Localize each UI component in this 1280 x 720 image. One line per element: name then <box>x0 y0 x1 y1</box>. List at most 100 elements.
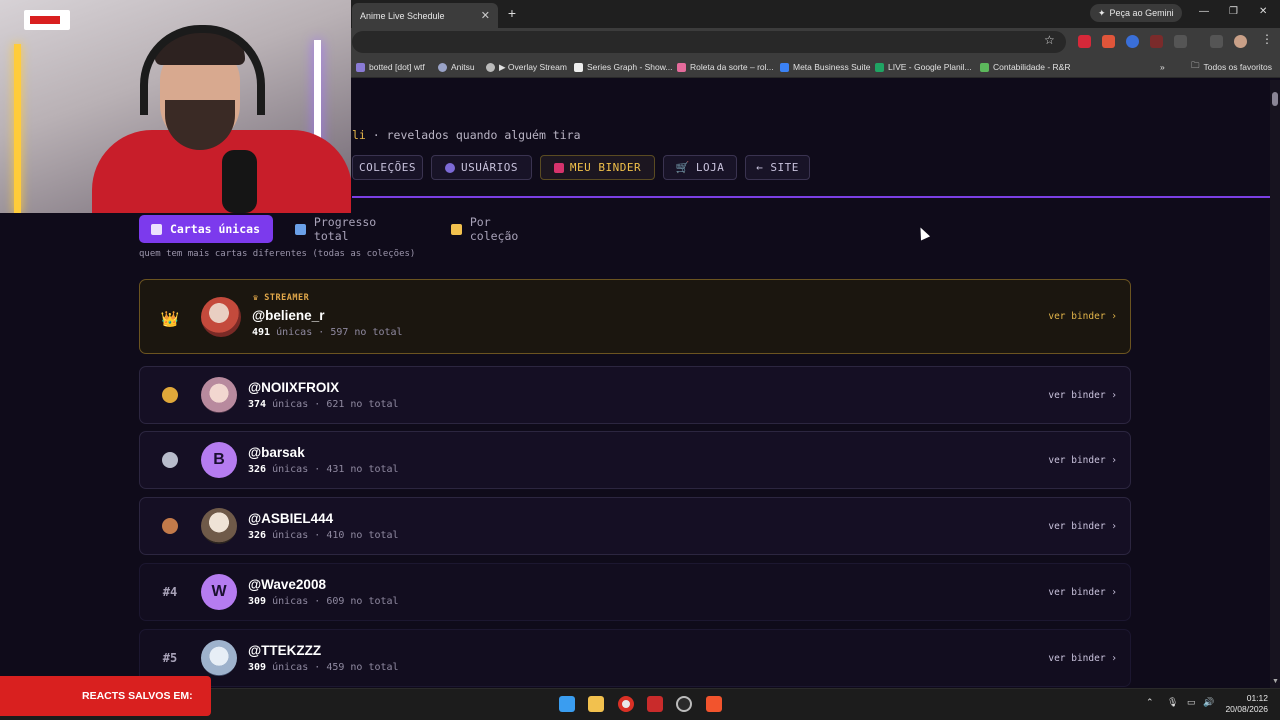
ver-binder-link[interactable]: ver binder › <box>1048 390 1117 401</box>
led-light <box>14 44 21 213</box>
leaderboard-row[interactable]: @ASBIEL444 326 únicas · 410 no total ver… <box>139 497 1131 555</box>
avatar: B <box>201 442 237 478</box>
user-stats: 309 únicas · 459 no total <box>248 662 399 673</box>
avatar <box>201 377 237 413</box>
restore-icon[interactable]: ❐ <box>1229 6 1238 17</box>
ver-binder-link[interactable]: ver binder › <box>1048 455 1117 466</box>
leaderboard-row[interactable]: #5 @TTEKZZZ 309 únicas · 459 no total ve… <box>139 629 1131 687</box>
tray-expand-icon[interactable]: ⌃ <box>1146 697 1154 708</box>
avatar <box>201 640 237 676</box>
browser-tab[interactable]: Anime Live Schedule ✕ <box>352 3 498 28</box>
ver-binder-link[interactable]: ver binder › <box>1048 653 1117 664</box>
extension-icon[interactable] <box>1126 35 1139 48</box>
bookmark-item[interactable]: Series Graph - Show... <box>574 61 673 73</box>
address-bar[interactable] <box>352 31 1066 53</box>
brave-icon[interactable] <box>706 696 722 712</box>
user-handle[interactable]: @NOIIXFROIX <box>248 380 339 395</box>
extensions-puzzle-icon[interactable] <box>1174 35 1187 48</box>
volume-icon[interactable]: 🔊 <box>1203 697 1214 708</box>
user-handle[interactable]: @barsak <box>248 445 305 460</box>
gemini-label: Peça ao Gemini <box>1109 8 1174 18</box>
bookmarks-more-button[interactable]: » <box>1160 61 1165 73</box>
tab-close-icon[interactable]: ✕ <box>481 9 490 22</box>
nav-loja-button[interactable]: 🛒 LOJA <box>663 155 737 180</box>
streamer-badge: ♛ STREAMER <box>253 293 310 303</box>
leaderboard-row[interactable]: B @barsak 326 únicas · 431 no total ver … <box>139 431 1131 489</box>
bookmark-item[interactable]: Meta Business Suite <box>780 61 870 73</box>
bookmark-item[interactable]: ▶ Overlay Stream <box>486 61 567 73</box>
user-stats: 491 únicas · 597 no total <box>252 327 403 338</box>
bookmark-icon <box>980 62 989 72</box>
ver-binder-link[interactable]: ver binder › <box>1048 521 1117 532</box>
leaderboard-row[interactable]: @NOIIXFROIX 374 únicas · 621 no total ve… <box>139 366 1131 424</box>
scroll-down-icon[interactable]: ▼ <box>1272 678 1279 685</box>
network-icon[interactable]: ▭ <box>1187 697 1196 708</box>
leaderboard-row[interactable]: 👑 ♛ STREAMER @beliene_r 491 únicas · 597… <box>139 279 1131 354</box>
rank-number: #4 <box>162 585 178 599</box>
chrome-icon[interactable] <box>618 696 634 712</box>
tab-progresso-total[interactable]: Progresso total <box>283 215 429 243</box>
app-icon[interactable] <box>676 696 692 712</box>
extension-icon[interactable] <box>1102 35 1115 48</box>
leaderboard-hint: quem tem mais cartas diferentes (todas a… <box>139 249 416 259</box>
profile-avatar[interactable] <box>1234 35 1247 48</box>
extension-icon[interactable] <box>1150 35 1163 48</box>
extension-icon[interactable] <box>1078 35 1091 48</box>
tab-cartas-unicas[interactable]: Cartas únicas <box>139 215 273 243</box>
file-explorer-icon[interactable] <box>588 696 604 712</box>
webcam-overlay <box>0 0 351 213</box>
leaderboard-row[interactable]: #4 W @Wave2008 309 únicas · 609 no total… <box>139 563 1131 621</box>
page-subtitle: li · revelados quando alguém tira <box>352 128 581 142</box>
gold-medal-icon <box>162 387 178 403</box>
tab-por-colecao[interactable]: Por coleção <box>439 215 557 243</box>
microphone-icon[interactable]: 🎙 <box>1167 697 1178 708</box>
avatar <box>201 508 237 544</box>
nav-meu-binder-button[interactable]: MEU BINDER <box>540 155 655 180</box>
user-handle[interactable]: @beliene_r <box>252 308 324 323</box>
bronze-medal-icon <box>162 518 178 534</box>
windows-start-icon[interactable] <box>559 696 575 712</box>
bookmark-icon <box>438 62 447 72</box>
avatar: W <box>201 574 237 610</box>
bookmark-icon <box>677 62 686 72</box>
user-handle[interactable]: @Wave2008 <box>248 577 326 592</box>
screen: Anime Live Schedule ✕ + ✦ Peça ao Gemini… <box>0 0 1280 720</box>
binder-icon <box>553 162 564 173</box>
bookmark-icon <box>875 62 884 72</box>
bookmark-item[interactable]: Roleta da sorte – rol... <box>677 61 774 73</box>
avatar <box>201 297 241 337</box>
new-tab-button[interactable]: + <box>505 5 519 21</box>
minimize-icon[interactable]: — <box>1199 6 1209 17</box>
browser-menu-icon[interactable]: ⋮ <box>1261 32 1273 46</box>
scrollbar[interactable] <box>1270 80 1280 688</box>
bookmark-item[interactable]: Anitsu <box>438 61 475 73</box>
nav-usuarios-button[interactable]: USUÁRIOS <box>431 155 532 180</box>
close-window-icon[interactable]: ✕ <box>1259 6 1267 17</box>
ver-binder-link[interactable]: ver binder › <box>1048 587 1117 598</box>
stream-banner: REACTS SALVOS EM: <box>0 676 211 716</box>
clock-date: 20/08/2026 <box>1225 704 1268 714</box>
user-handle[interactable]: @TTEKZZZ <box>248 643 321 658</box>
bookmark-item[interactable]: LIVE - Google Planil... <box>875 61 972 73</box>
silver-medal-icon <box>162 452 178 468</box>
app-icon[interactable] <box>647 696 663 712</box>
gemini-button[interactable]: ✦ Peça ao Gemini <box>1090 4 1182 22</box>
headset <box>140 25 265 115</box>
ver-binder-link[interactable]: ver binder › <box>1048 311 1117 322</box>
scrollbar-thumb[interactable] <box>1272 92 1278 106</box>
folder-icon <box>451 223 462 235</box>
nav-colecoes-button[interactable]: COLEÇÕES <box>352 155 423 180</box>
shop-icon: 🛒 <box>675 161 690 174</box>
bookmark-star-icon[interactable]: ☆ <box>1044 33 1055 47</box>
tab-title: Anime Live Schedule <box>360 10 445 21</box>
all-bookmarks[interactable]: 🗀 Todos os favoritos <box>1191 60 1272 73</box>
user-handle[interactable]: @ASBIEL444 <box>248 511 333 526</box>
bookmark-icon <box>486 62 495 72</box>
bookmark-item[interactable]: botted [dot] wtf <box>356 61 425 73</box>
nav-site-button[interactable]: ← SITE <box>745 155 810 180</box>
rank-number: #5 <box>162 651 178 665</box>
bookmark-item[interactable]: Contabilidade - R&R <box>980 61 1070 73</box>
crown-icon: ♛ <box>253 293 265 303</box>
taskbar-clock[interactable]: 01:12 20/08/2026 <box>1224 693 1268 715</box>
media-icon[interactable] <box>1210 35 1223 48</box>
